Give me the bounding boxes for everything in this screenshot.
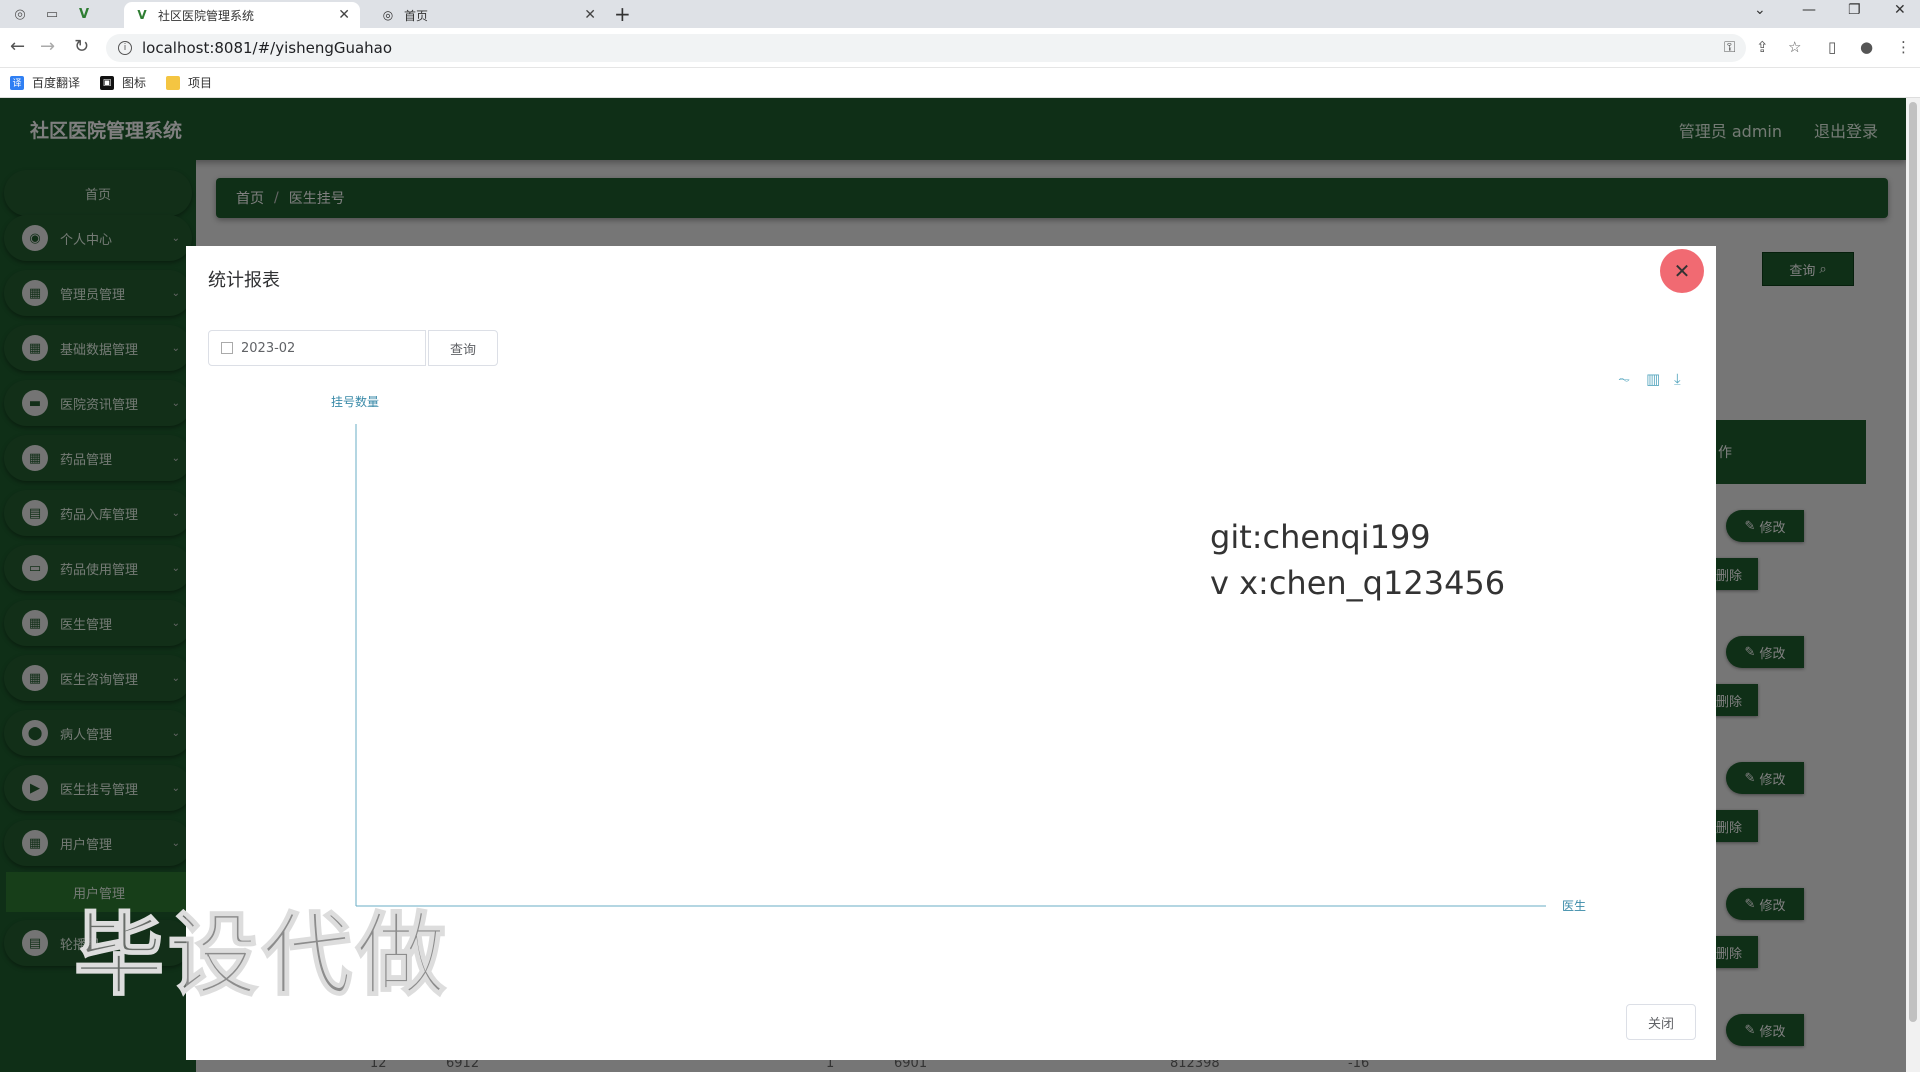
sidepanel-icon[interactable]: ▯ xyxy=(1828,38,1836,56)
profile-icon[interactable]: ● xyxy=(1860,38,1873,56)
address-bar: ← → ↻ i localhost:8081/#/yishengGuahao ⚿… xyxy=(0,28,1920,68)
new-tab-icon[interactable]: + xyxy=(614,2,631,26)
chevron-down-icon[interactable]: ⌄ xyxy=(1754,2,1766,18)
bookmark-icons[interactable]: ▣ 图标 xyxy=(100,74,146,91)
close-icon[interactable]: ✕ xyxy=(338,7,350,23)
star-icon[interactable]: ☆ xyxy=(1788,38,1801,56)
scrollbar-thumb[interactable] xyxy=(1909,102,1917,1022)
close-button[interactable]: 关闭 xyxy=(1626,1004,1696,1040)
vue-icon: V xyxy=(137,8,147,22)
blank-tab-icon[interactable]: ▭ xyxy=(42,4,62,24)
translate-icon: 译 xyxy=(10,75,24,90)
x-axis-label: 医生 xyxy=(1562,899,1586,913)
overlay-watermark: 毕设代做 xyxy=(73,902,450,1009)
bookmark-label: 百度翻译 xyxy=(32,76,81,90)
folder-icon xyxy=(166,75,181,90)
bookmark-label: 项目 xyxy=(188,76,213,90)
bookmark-projects[interactable]: 项目 xyxy=(166,74,212,91)
tab-active[interactable]: V 社区医院管理系统 ✕ xyxy=(124,2,360,28)
tab-title: 社区医院管理系统 xyxy=(158,8,255,23)
tab-home[interactable]: ◎ 首页 ✕ xyxy=(370,2,606,28)
forward-icon[interactable]: → xyxy=(40,36,55,57)
tab-title: 首页 xyxy=(404,8,429,23)
window-close-icon[interactable]: ✕ xyxy=(1894,2,1906,18)
page-scrollbar[interactable] xyxy=(1906,98,1920,1072)
url-text: localhost:8081/#/yishengGuahao xyxy=(142,39,393,57)
back-icon[interactable]: ← xyxy=(10,36,25,57)
bookmark-label: 图标 xyxy=(122,76,147,90)
globe-icon[interactable]: ◎ xyxy=(10,4,30,24)
globe-icon: ◎ xyxy=(382,8,394,22)
key-icon[interactable]: ⚿ xyxy=(1724,38,1735,56)
restore-icon[interactable]: ❐ xyxy=(1848,2,1861,18)
y-axis-label: 挂号数量 xyxy=(331,394,379,409)
browser-tabstrip: ◎ ▭ V V 社区医院管理系统 ✕ ◎ 首页 ✕ + ⌄ — ❐ ✕ xyxy=(0,0,1920,28)
share-icon[interactable]: ⇪ xyxy=(1756,38,1769,56)
info-icon[interactable]: i xyxy=(118,41,132,55)
reload-icon[interactable]: ↻ xyxy=(74,36,89,57)
url-field[interactable]: i localhost:8081/#/yishengGuahao xyxy=(106,34,1746,62)
watermark-line: v x:chen_q123456 xyxy=(1210,564,1506,602)
iconfont-icon: ▣ xyxy=(100,75,115,90)
close-icon[interactable]: ✕ xyxy=(584,7,596,23)
watermark-line: git:chenqi199 xyxy=(1210,518,1431,556)
vue-icon[interactable]: V xyxy=(74,4,94,24)
minimize-icon[interactable]: — xyxy=(1802,2,1816,18)
bookmarks-bar: 译 百度翻译 ▣ 图标 项目 xyxy=(0,68,1920,98)
bookmark-baidu-translate[interactable]: 译 百度翻译 xyxy=(10,74,80,91)
menu-dots-icon[interactable]: ⋮ xyxy=(1896,38,1911,56)
